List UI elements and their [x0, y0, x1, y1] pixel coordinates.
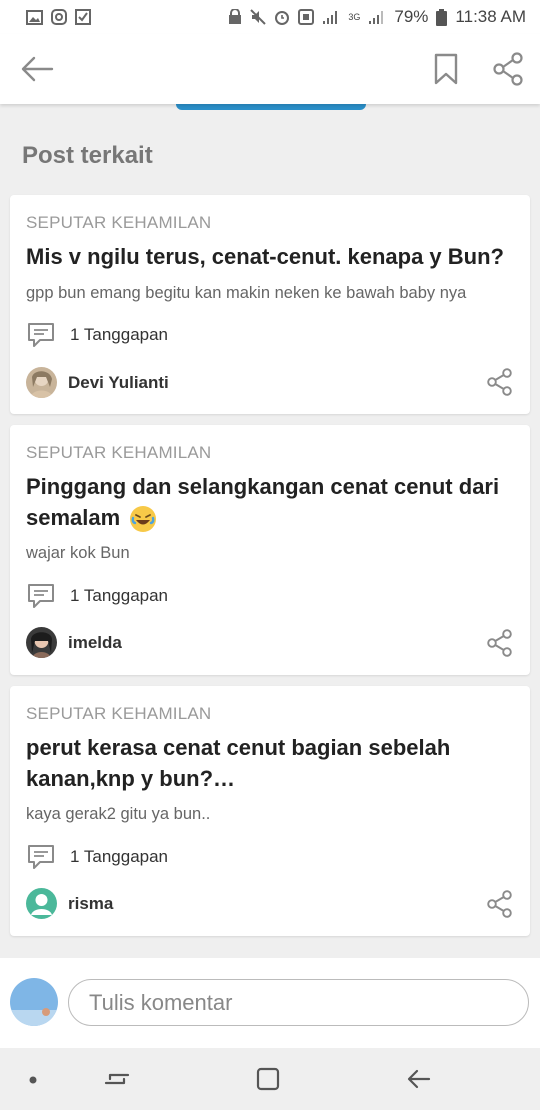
post-title[interactable]: Mis v ngilu terus, cenat-cenut. kenapa y…	[26, 241, 506, 272]
laughing-emoji-icon	[130, 506, 157, 533]
share-icon[interactable]	[486, 890, 514, 918]
back-arrow-icon[interactable]	[20, 54, 54, 84]
comment-bubble-icon	[28, 584, 54, 608]
current-user-avatar	[10, 978, 58, 1026]
response-count-label: 1 Tanggapan	[70, 586, 169, 605]
system-nav-bar	[0, 1048, 540, 1110]
avatar	[26, 888, 57, 919]
author-name: imelda	[68, 632, 122, 652]
signal-icon-2	[369, 11, 384, 24]
response-count-label: 1 Tanggapan	[70, 325, 169, 344]
partially-hidden-button[interactable]	[176, 104, 366, 110]
signal-icon	[323, 11, 338, 24]
post-title[interactable]: Pinggang dan selangkangan cenat cenut da…	[26, 471, 506, 533]
lock-icon	[229, 9, 242, 24]
comment-input[interactable]: Tulis komentar	[68, 979, 529, 1026]
response-count[interactable]: 1 Tanggapan	[26, 582, 168, 610]
response-count[interactable]: 1 Tanggapan	[26, 321, 168, 349]
clock: 11:38 AM	[455, 7, 526, 26]
mute-icon	[250, 9, 267, 25]
comment-bubble-icon	[28, 845, 54, 869]
share-icon[interactable]	[486, 629, 514, 657]
dot-icon[interactable]	[28, 1075, 38, 1085]
status-left-icons	[26, 9, 91, 25]
response-count[interactable]: 1 Tanggapan	[26, 843, 168, 871]
nfc-icon	[298, 9, 315, 25]
post-card[interactable]: SEPUTAR KEHAMILAN perut kerasa cenat cen…	[10, 686, 530, 936]
post-author[interactable]: Devi Yulianti	[26, 367, 169, 398]
app-bar	[0, 34, 540, 104]
section-title: Post terkait	[22, 142, 153, 169]
response-count-label: 1 Tanggapan	[70, 847, 169, 866]
battery-percent: 79%	[394, 7, 429, 26]
share-icon[interactable]	[486, 368, 514, 396]
post-author[interactable]: imelda	[26, 627, 122, 658]
post-author[interactable]: risma	[26, 888, 113, 919]
post-category: SEPUTAR KEHAMILAN	[26, 213, 212, 232]
system-back-icon[interactable]	[406, 1066, 432, 1092]
post-title-text: Pinggang dan selangkangan cenat cenut da…	[26, 474, 500, 530]
comment-bar: Tulis komentar	[0, 958, 540, 1048]
recent-apps-icon[interactable]	[104, 1066, 130, 1092]
post-title[interactable]: perut kerasa cenat cenut bagian sebelah …	[26, 732, 506, 794]
post-snippet: wajar kok Bun	[26, 544, 130, 562]
author-name: risma	[68, 893, 114, 913]
post-card[interactable]: SEPUTAR KEHAMILAN Pinggang dan selangkan…	[10, 425, 530, 675]
post-category: SEPUTAR KEHAMILAN	[26, 704, 212, 723]
image-notification-icon	[26, 9, 43, 25]
post-snippet: gpp bun emang begitu kan makin neken ke …	[26, 284, 467, 302]
network-type: 3G	[348, 12, 361, 22]
instagram-notification-icon	[51, 9, 67, 25]
post-snippet: kaya gerak2 gitu ya bun..	[26, 805, 211, 823]
status-bar: 3G 79% 11:38 AM	[0, 0, 540, 34]
avatar	[26, 627, 57, 658]
author-name: Devi Yulianti	[68, 372, 169, 392]
alarm-icon	[275, 11, 290, 25]
status-right-icons: 3G 79% 11:38 AM	[228, 7, 526, 27]
home-icon[interactable]	[256, 1066, 280, 1092]
bookmark-icon[interactable]	[432, 52, 460, 86]
avatar	[26, 367, 57, 398]
checkbox-notification-icon	[75, 9, 91, 25]
battery-icon	[436, 8, 448, 26]
post-card[interactable]: SEPUTAR KEHAMILAN Mis v ngilu terus, cen…	[10, 195, 530, 414]
post-category: SEPUTAR KEHAMILAN	[26, 443, 212, 462]
share-icon[interactable]	[492, 52, 524, 86]
comment-bubble-icon	[28, 323, 54, 347]
